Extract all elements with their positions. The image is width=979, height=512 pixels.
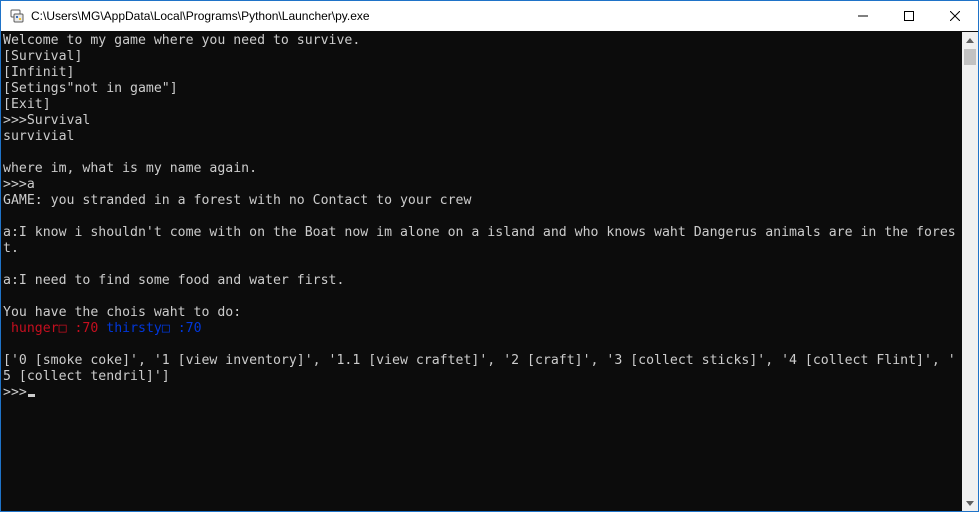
title-bar[interactable]: C:\Users\MG\AppData\Local\Programs\Pytho… [1, 1, 978, 31]
window-title: C:\Users\MG\AppData\Local\Programs\Pytho… [31, 9, 370, 23]
close-icon [950, 11, 960, 21]
console-line: where im, what is my name again. [3, 161, 258, 176]
console-line: [Survival] [3, 49, 83, 64]
console-line: t. [3, 241, 19, 256]
console-line: a:I know i shouldn't come with on the Bo… [3, 225, 956, 240]
console-line: a:I need to find some food and water fir… [3, 273, 345, 288]
maximize-icon [904, 11, 914, 21]
console-line: survivial [3, 129, 75, 144]
console-line: >>>a [3, 177, 35, 192]
console-line: Welcome to my game where you need to sur… [3, 33, 361, 48]
thirsty-stat: thirsty□ :70 [106, 321, 202, 336]
console-line: [Exit] [3, 97, 51, 112]
console-line: You have the chois waht to do: [3, 305, 242, 320]
prompt-line[interactable]: >>> [3, 385, 35, 401]
scroll-down-button[interactable] [962, 495, 978, 511]
console-line: GAME: you stranded in a forest with no C… [3, 193, 472, 208]
minimize-button[interactable] [840, 1, 886, 31]
vertical-scrollbar[interactable] [962, 32, 978, 511]
options-line: 5 [collect tendril]'] [3, 369, 170, 384]
minimize-icon [858, 15, 868, 17]
chevron-up-icon [966, 37, 974, 43]
console-output[interactable]: Welcome to my game where you need to sur… [1, 32, 962, 511]
text-cursor [27, 394, 35, 397]
options-line: ['0 [smoke coke]', '1 [view inventory]',… [3, 353, 956, 368]
scroll-thumb[interactable] [964, 49, 976, 65]
hunger-stat: hunger□ :70 [10, 321, 99, 336]
console-line: >>>Survival [3, 113, 91, 128]
stats-line: hunger□ :70 thirsty□ :70 [3, 321, 202, 337]
console-window: C:\Users\MG\AppData\Local\Programs\Pytho… [0, 0, 979, 512]
close-button[interactable] [932, 1, 978, 31]
scroll-up-button[interactable] [962, 32, 978, 48]
prompt: >>> [3, 385, 27, 400]
console-line: [Infinit] [3, 65, 75, 80]
console-line: [Setings"not in game"] [3, 81, 178, 96]
python-launcher-icon [9, 8, 25, 24]
chevron-down-icon [966, 500, 974, 506]
maximize-button[interactable] [886, 1, 932, 31]
